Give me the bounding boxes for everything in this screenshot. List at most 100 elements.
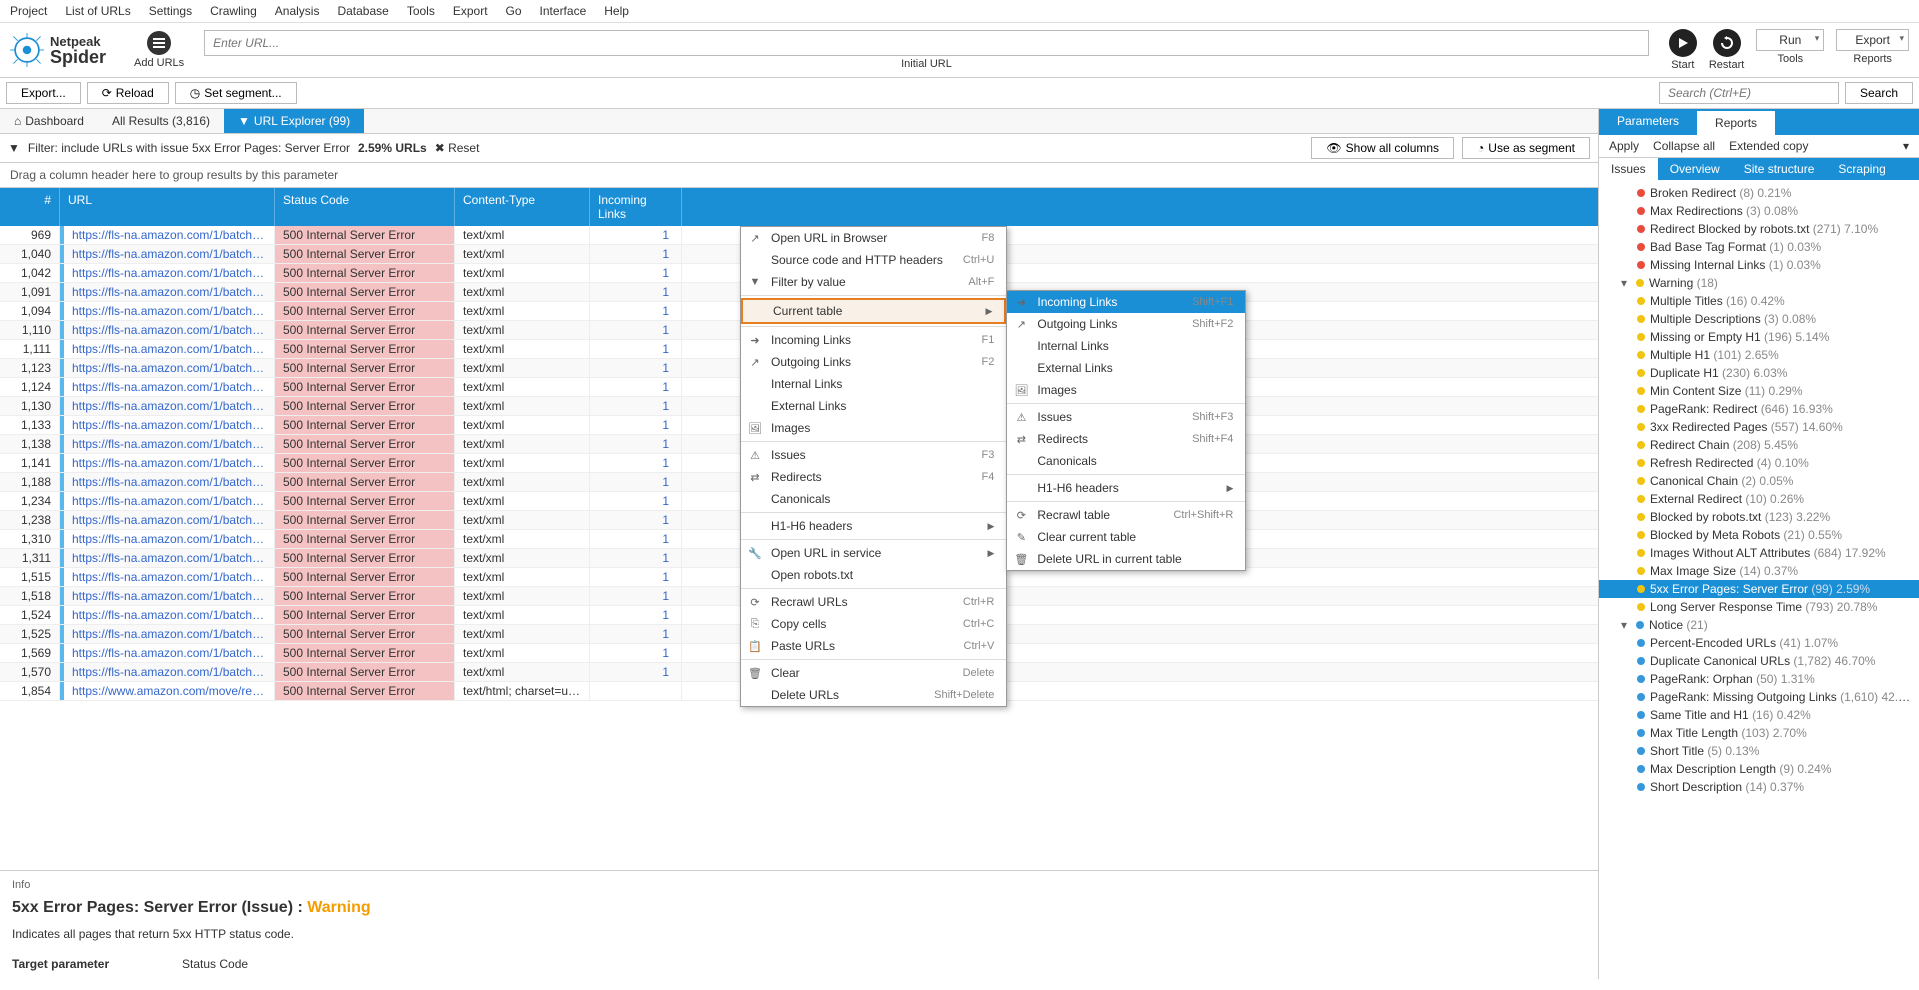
issue-item[interactable]: Images Without ALT Attributes (684) 17.9…	[1599, 544, 1919, 562]
menu-item-internal-links[interactable]: Internal Links	[1007, 335, 1245, 357]
menu-tools[interactable]: Tools	[407, 4, 435, 18]
issue-item[interactable]: Broken Redirect (8) 0.21%	[1599, 184, 1919, 202]
issue-item[interactable]: Blocked by robots.txt (123) 3.22%	[1599, 508, 1919, 526]
tree-toggle-icon[interactable]: ▾	[1621, 618, 1631, 632]
menu-item-canonicals[interactable]: Canonicals	[741, 488, 1006, 510]
show-all-columns-button[interactable]: 👁Show all columns	[1311, 137, 1454, 159]
issue-item[interactable]: Bad Base Tag Format (1) 0.03%	[1599, 238, 1919, 256]
menu-item-canonicals[interactable]: Canonicals	[1007, 450, 1245, 472]
cell-url[interactable]: https://fls-na.amazon.com/1/batch/1/OP/A…	[60, 283, 275, 301]
cell-incoming[interactable]: 1	[590, 454, 682, 472]
cell-url[interactable]: https://fls-na.amazon.com/1/batch/1/OP/A…	[60, 340, 275, 358]
menu-item-clear-current-table[interactable]: ✎Clear current table	[1007, 526, 1245, 548]
cell-url[interactable]: https://fls-na.amazon.com/1/batch/1/OP/A…	[60, 473, 275, 491]
cell-incoming[interactable]: 1	[590, 283, 682, 301]
menu-list-of-urls[interactable]: List of URLs	[65, 4, 130, 18]
cell-incoming[interactable]: 1	[590, 473, 682, 491]
menu-item-clear[interactable]: 🗑ClearDelete	[741, 662, 1006, 684]
cell-incoming[interactable]: 1	[590, 378, 682, 396]
cell-url[interactable]: https://fls-na.amazon.com/1/batch/1/OP/A…	[60, 321, 275, 339]
cell-url[interactable]: https://fls-na.amazon.com/1/batch/1/OP/A…	[60, 454, 275, 472]
issue-list[interactable]: Broken Redirect (8) 0.21%Max Redirection…	[1599, 180, 1919, 979]
issue-item[interactable]: Missing or Empty H1 (196) 5.14%	[1599, 328, 1919, 346]
menu-item-h1-h6-headers[interactable]: H1-H6 headers▶	[741, 515, 1006, 537]
run-dropdown[interactable]: Run	[1756, 29, 1824, 51]
rp-subtab-overview[interactable]: Overview	[1658, 158, 1732, 180]
issue-item[interactable]: Max Image Size (14) 0.37%	[1599, 562, 1919, 580]
rp-extended[interactable]: Extended copy	[1729, 139, 1808, 153]
cell-url[interactable]: https://fls-na.amazon.com/1/batch/1/OP/A…	[60, 606, 275, 624]
tab-dashboard[interactable]: ⌂Dashboard	[0, 109, 98, 133]
cell-url[interactable]: https://fls-na.amazon.com/1/batch/1/OP/A…	[60, 435, 275, 453]
issue-item[interactable]: Max Description Length (9) 0.24%	[1599, 760, 1919, 778]
menu-help[interactable]: Help	[604, 4, 629, 18]
col-incoming[interactable]: Incoming Links	[590, 188, 682, 226]
reload-button[interactable]: ⟳Reload	[87, 82, 169, 104]
rp-subtab-site[interactable]: Site structure	[1732, 158, 1827, 180]
cell-incoming[interactable]: 1	[590, 321, 682, 339]
menu-item-issues[interactable]: ⚠IssuesF3	[741, 444, 1006, 466]
menu-crawling[interactable]: Crawling	[210, 4, 257, 18]
issue-item[interactable]: Redirect Blocked by robots.txt (271) 7.1…	[1599, 220, 1919, 238]
rp-subtab-issues[interactable]: Issues	[1599, 158, 1658, 180]
cell-incoming[interactable]: 1	[590, 359, 682, 377]
issue-item[interactable]: PageRank: Missing Outgoing Links (1,610)…	[1599, 688, 1919, 706]
tree-toggle-icon[interactable]: ▾	[1621, 276, 1631, 290]
col-status[interactable]: Status Code	[275, 188, 455, 226]
cell-url[interactable]: https://fls-na.amazon.com/1/batch/1/OP/A…	[60, 568, 275, 586]
menu-item-recrawl-urls[interactable]: ⟳Recrawl URLsCtrl+R	[741, 591, 1006, 613]
cell-url[interactable]: https://fls-na.amazon.com/1/batch/1/OP/A…	[60, 264, 275, 282]
cell-url[interactable]: https://fls-na.amazon.com/1/batch/1/OP/A…	[60, 245, 275, 263]
cell-incoming[interactable]: 1	[590, 568, 682, 586]
menu-item-incoming-links[interactable]: ➜Incoming LinksShift+F1	[1007, 291, 1245, 313]
cell-url[interactable]: https://fls-na.amazon.com/1/batch/1/OP/A…	[60, 511, 275, 529]
issue-item[interactable]: Duplicate Canonical URLs (1,782) 46.70%	[1599, 652, 1919, 670]
menu-item-redirects[interactable]: ⇄RedirectsF4	[741, 466, 1006, 488]
cell-incoming[interactable]: 1	[590, 226, 682, 244]
menu-item-incoming-links[interactable]: ➜Incoming LinksF1	[741, 329, 1006, 351]
issue-item[interactable]: PageRank: Redirect (646) 16.93%	[1599, 400, 1919, 418]
issue-item[interactable]: Multiple H1 (101) 2.65%	[1599, 346, 1919, 364]
menu-item-outgoing-links[interactable]: ↗Outgoing LinksF2	[741, 351, 1006, 373]
menu-interface[interactable]: Interface	[540, 4, 587, 18]
use-as-segment-button[interactable]: ◔Use as segment	[1462, 137, 1590, 159]
restart-button[interactable]	[1713, 29, 1741, 57]
rp-tab-reports[interactable]: Reports	[1697, 109, 1775, 135]
group-by-bar[interactable]: Drag a column header here to group resul…	[0, 163, 1598, 188]
issue-item[interactable]: Short Description (14) 0.37%	[1599, 778, 1919, 796]
issue-item[interactable]: Min Content Size (11) 0.29%	[1599, 382, 1919, 400]
menu-item-issues[interactable]: ⚠IssuesShift+F3	[1007, 406, 1245, 428]
menu-item-images[interactable]: 🖼Images	[1007, 379, 1245, 401]
search-input[interactable]	[1659, 82, 1839, 104]
menu-item-redirects[interactable]: ⇄RedirectsShift+F4	[1007, 428, 1245, 450]
cell-incoming[interactable]: 1	[590, 587, 682, 605]
issue-item[interactable]: ▾Notice (21)	[1599, 616, 1919, 634]
cell-url[interactable]: https://fls-na.amazon.com/1/batch/1/OP/A…	[60, 587, 275, 605]
table-body[interactable]: 969https://fls-na.amazon.com/1/batch/1/O…	[0, 226, 1598, 870]
issue-item[interactable]: Long Server Response Time (793) 20.78%	[1599, 598, 1919, 616]
menu-project[interactable]: Project	[10, 4, 47, 18]
menu-database[interactable]: Database	[337, 4, 388, 18]
col-content-type[interactable]: Content-Type	[455, 188, 590, 226]
menu-item-open-url-in-browser[interactable]: ↗Open URL in BrowserF8	[741, 227, 1006, 249]
tab-all-results[interactable]: All Results (3,816)	[98, 109, 224, 133]
menu-item-delete-urls[interactable]: Delete URLsShift+Delete	[741, 684, 1006, 706]
export-dropdown[interactable]: Export	[1836, 29, 1909, 51]
cell-url[interactable]: https://fls-na.amazon.com/1/batch/1/OP/A…	[60, 416, 275, 434]
menu-item-open-robots-txt[interactable]: Open robots.txt	[741, 564, 1006, 586]
issue-item[interactable]: ▾Warning (18)	[1599, 274, 1919, 292]
rp-subtab-scraping[interactable]: Scraping	[1826, 158, 1897, 180]
menu-item-h1-h6-headers[interactable]: H1-H6 headers▶	[1007, 477, 1245, 499]
issue-item[interactable]: Blocked by Meta Robots (21) 0.55%	[1599, 526, 1919, 544]
cell-url[interactable]: https://fls-na.amazon.com/1/batch/1/OP/A…	[60, 492, 275, 510]
menu-item-open-url-in-service[interactable]: 🔧Open URL in service▶	[741, 542, 1006, 564]
menu-item-source-code-and-http-headers[interactable]: Source code and HTTP headersCtrl+U	[741, 249, 1006, 271]
col-num[interactable]: #	[0, 188, 60, 226]
export-button[interactable]: Export...	[6, 82, 81, 104]
menu-analysis[interactable]: Analysis	[275, 4, 320, 18]
cell-incoming[interactable]: 1	[590, 606, 682, 624]
menu-item-filter-by-value[interactable]: ▼Filter by valueAlt+F	[741, 271, 1006, 293]
issue-item[interactable]: Max Redirections (3) 0.08%	[1599, 202, 1919, 220]
menu-item-external-links[interactable]: External Links	[741, 395, 1006, 417]
cell-incoming[interactable]: 1	[590, 340, 682, 358]
